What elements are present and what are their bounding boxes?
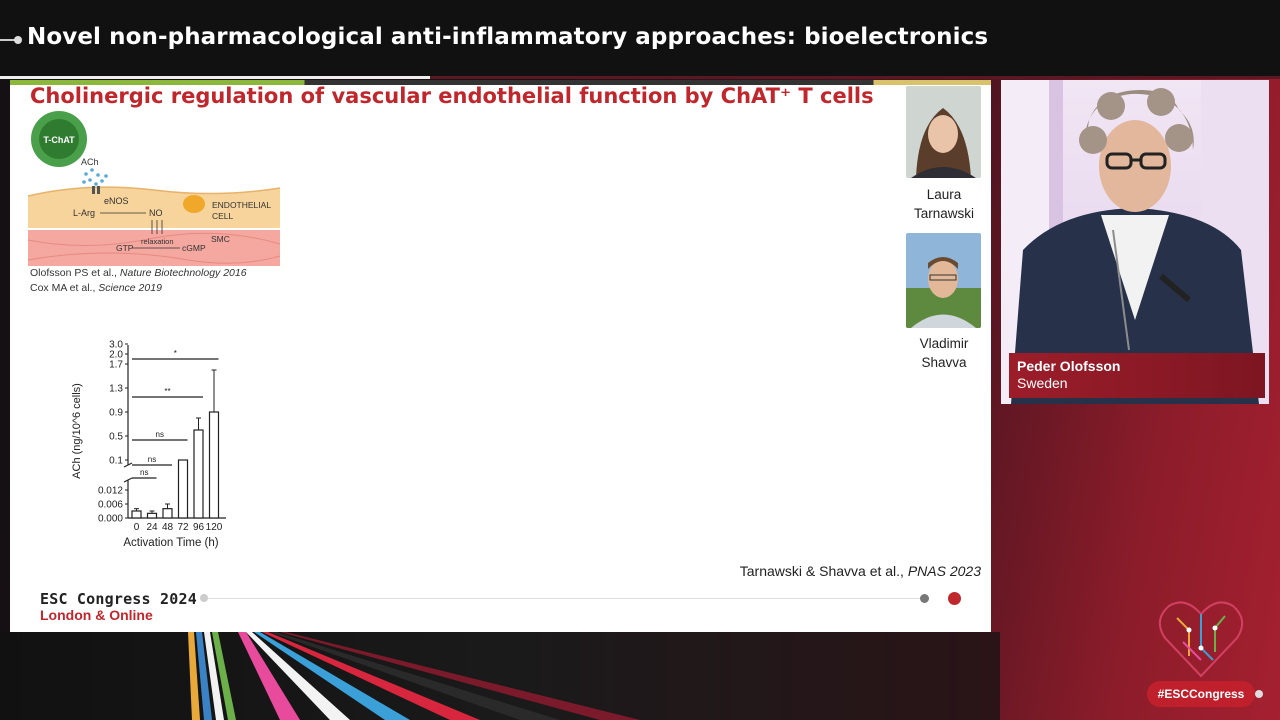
slide-title: Cholinergic regulation of vascular endot… (30, 84, 874, 108)
header-dot-icon (14, 36, 22, 44)
chart-bar (193, 429, 204, 519)
chart-significance-label: ns (140, 468, 148, 477)
larg-label: L-Arg (73, 208, 95, 218)
person-name-2: Vladimir Shavva (919, 336, 969, 370)
hashtag-badge: #ESCCongress (1147, 681, 1255, 707)
enos-label: eNOS (104, 196, 129, 206)
chart-significance-label: ns (156, 430, 164, 439)
chart-y-axis-label: ACh (ng/10^6 cells) (71, 383, 83, 479)
speaker-name: Peder Olofsson (1017, 358, 1121, 374)
endothelial-label: ENDOTHELIAL (212, 200, 271, 210)
esc-heart-logo-icon (1158, 601, 1244, 678)
chart-x-axis-label: Activation Time (h) (123, 537, 218, 549)
chart-y-tick-label: 0.012 (98, 486, 123, 497)
chart-x-tick-label: 0 (134, 522, 140, 533)
ach-label: ACh (81, 157, 99, 167)
reference-1: Olofsson PS et al., Nature Biotechnology… (30, 267, 247, 279)
chart-bar (208, 411, 220, 519)
relaxation-label: relaxation (141, 237, 174, 246)
progress-underline (0, 76, 430, 79)
ach-bar-chart: 0.000 0.006 0.012 0.1 0.5 0.9 1.3 1.72.03.0 0 24 4… (71, 340, 226, 549)
chart-y-tick-label: 1.7 (109, 360, 123, 371)
slide-progress-current-dot-icon (948, 592, 961, 605)
hashtag-dot-icon (1255, 690, 1263, 698)
photo-laura-tarnawski (906, 86, 981, 178)
chart-y-tick-label: 0.5 (109, 432, 123, 443)
chart-y-tick-label: 0.9 (109, 408, 123, 419)
chart-y-tick-label: 0.1 (109, 456, 123, 467)
person-name-1: Laura Tarnawski (913, 187, 975, 221)
chart-x-tick-label: 48 (162, 522, 174, 533)
gtp-label: GTP (116, 243, 134, 253)
chart-y-tick-label: 1.3 (109, 384, 123, 395)
references: Olofsson PS et al., Nature Biotechnology… (30, 266, 247, 296)
decorative-stripes (188, 632, 640, 720)
chart-significance-label: ** (164, 387, 170, 396)
smc-label: SMC (211, 234, 230, 244)
chart-axis-break (123, 462, 133, 483)
chart-y-tick-label: 0.006 (98, 500, 123, 511)
speaker-label: Peder Olofsson Sweden (1009, 353, 1265, 398)
chart-y-tick-label: 3.0 (109, 340, 123, 351)
slide-progress-dot-icon (920, 594, 929, 603)
slide-progress-line (205, 598, 921, 599)
speaker-country: Sweden (1017, 375, 1068, 391)
reference-2: Cox MA et al., Science 2019 (30, 282, 162, 294)
photo-vladimir-shavva (906, 233, 981, 328)
tcell-label: T-ChAT (43, 135, 75, 145)
endothelial-diagram: T-ChAT ACh eNOS L-Arg NO ENDOTHELIAL CEL… (28, 111, 280, 266)
cell-label: CELL (212, 211, 234, 221)
session-title: Novel non-pharmacological anti-inflammat… (27, 24, 989, 50)
chart-bar (177, 459, 189, 519)
chart-bar (146, 512, 158, 519)
chart-x-tick-label: 72 (177, 522, 189, 533)
citation: Tarnawski & Shavva et al., PNAS 2023 (739, 563, 981, 579)
presentation-slide: Cholinergic regulation of vascular endot… (10, 80, 991, 632)
slide-progress-dot-icon (200, 594, 208, 602)
no-label: NO (149, 208, 163, 218)
chart-significance-label: * (174, 349, 177, 358)
chart-bar (162, 508, 173, 519)
congress-name: ESC Congress 2024 (40, 590, 197, 608)
chart-x-tick-label: 96 (193, 522, 205, 533)
chart-x-tick-label: 120 (206, 522, 223, 533)
chart-x-tick-label: 24 (146, 522, 158, 533)
chart-y-tick-label: 0.000 (98, 514, 123, 525)
progress-underline-remaining (430, 76, 1280, 79)
chart-bar (131, 510, 142, 519)
chart-y-tick-label: 2.0 (109, 350, 123, 361)
cgmp-label: cGMP (182, 243, 206, 253)
chart-significance-label: ns (148, 455, 156, 464)
session-header: Novel non-pharmacological anti-inflammat… (0, 0, 1280, 78)
congress-location: London & Online (40, 607, 153, 623)
